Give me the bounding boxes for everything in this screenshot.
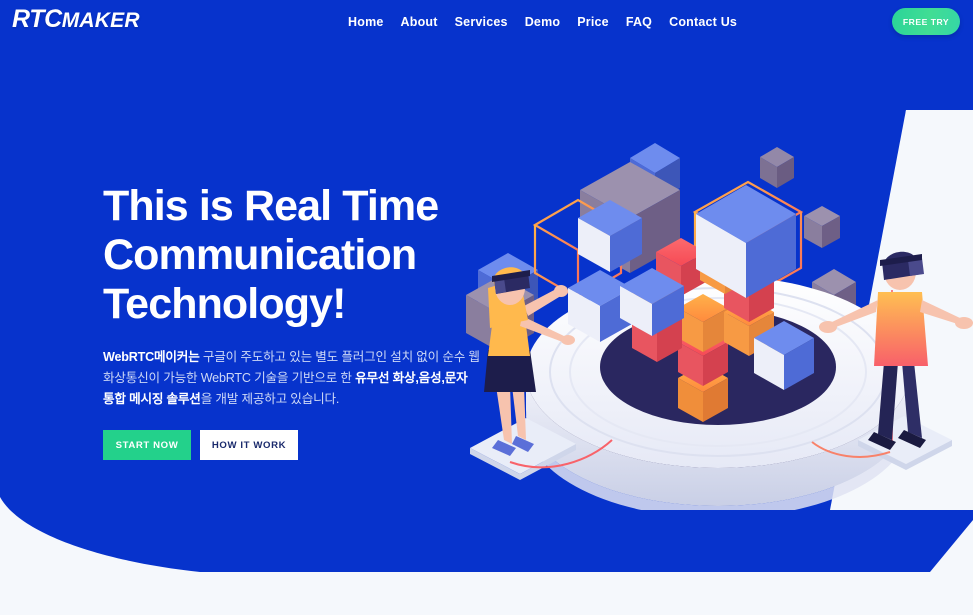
- hero-description: WebRTC메이커는 구글이 주도하고 있는 별도 플러그인 설치 없이 순수 …: [103, 347, 481, 410]
- free-try-button[interactable]: FREE TRY: [892, 8, 960, 35]
- nav-link-price[interactable]: Price: [577, 11, 626, 33]
- hero-description-text-2: 을 개발 제공하고 있습니다.: [200, 392, 340, 406]
- floating-cube-purple-farright: [804, 206, 840, 248]
- nav-link-home[interactable]: Home: [348, 11, 401, 33]
- start-now-button[interactable]: START NOW: [103, 430, 191, 460]
- nav-link-about[interactable]: About: [401, 11, 455, 33]
- nav-link-services[interactable]: Services: [455, 11, 525, 33]
- brand-logo[interactable]: RTCMAKER: [12, 5, 140, 34]
- headline-line-1: This is Real Time: [103, 182, 439, 230]
- headline-line-3: Technology!: [103, 280, 346, 328]
- nav-link-faq[interactable]: FAQ: [626, 11, 669, 33]
- nav-links: Home About Services Demo Price FAQ Conta…: [348, 0, 754, 44]
- hero-copy-block: This is Real Time Communication Technolo…: [103, 182, 503, 460]
- page-title: This is Real Time Communication Technolo…: [103, 182, 503, 329]
- navbar: RTCMAKER Home About Services Demo Price …: [0, 0, 973, 44]
- how-it-work-button[interactable]: HOW IT WORK: [200, 430, 298, 460]
- brand-logo-main: RTC: [12, 5, 62, 33]
- headline-line-2: Communication: [103, 231, 417, 279]
- hero-description-bold-1: WebRTC메이커는: [103, 350, 200, 364]
- hero-section: RTCMAKER Home About Services Demo Price …: [0, 0, 973, 615]
- floating-cube-purple-right-small: [760, 147, 794, 188]
- nav-link-demo[interactable]: Demo: [525, 11, 578, 33]
- hero-cta-row: START NOW HOW IT WORK: [103, 430, 503, 460]
- hero-illustration-vr-scene: [466, 110, 973, 510]
- nav-link-contact-us[interactable]: Contact Us: [669, 11, 754, 33]
- brand-logo-sub: MAKER: [61, 9, 140, 32]
